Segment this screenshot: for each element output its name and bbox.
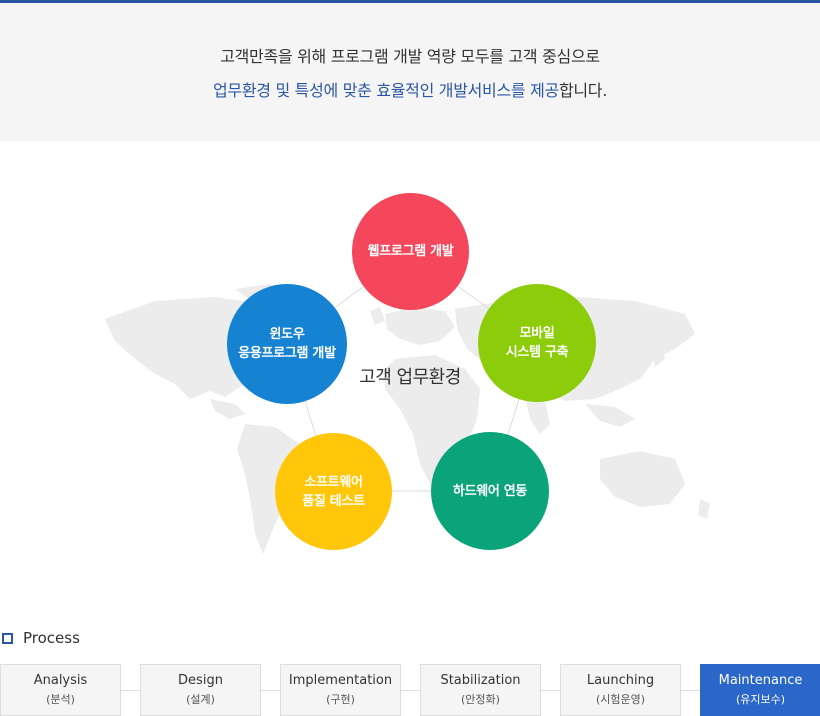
square-bullet-icon [2,632,13,644]
intro-highlight: 업무환경 및 특성에 맞춘 효율적인 개발서비스를 제공 [212,81,559,100]
step-label: Analysis [33,673,88,688]
center-label: 고객 업무환경 [359,367,461,388]
step-sublabel: (구현) [326,693,355,706]
step-sublabel: (설계) [186,693,215,706]
node-web-program: 웹프로그램 개발 [352,193,469,310]
process-step-design[interactable]: Design (설계) [140,664,261,716]
process-step-implementation[interactable]: Implementation (구현) [280,664,401,716]
intro-banner: 고객만족을 위해 프로그램 개발 역량 모두를 고객 중심으로 업무환경 및 특… [0,3,820,141]
process-title: Process [23,629,80,647]
process-steps: Analysis (분석) Design (설계) Implementation… [0,664,820,716]
step-label: Design [178,673,223,688]
process-heading: Process [0,629,80,647]
service-diagram: 웹프로그램 개발 모바일 시스템 구축 하드웨어 연동 소프트웨어 품질 테스트… [0,141,820,611]
process-step-launching[interactable]: Launching (시험운영) [560,664,681,716]
process-connector-line [0,690,820,691]
step-label: Stabilization [440,673,521,688]
intro-line-1: 고객만족을 위해 프로그램 개발 역량 모두를 고객 중심으로 [220,47,600,66]
intro-line-2-rest: 합니다. [558,81,607,100]
step-label: Launching [586,673,655,688]
intro-line-2: 업무환경 및 특성에 맞춘 효율적인 개발서비스를 제공합니다. [0,77,820,101]
step-sublabel: (시험운영) [595,693,646,706]
step-label: Maintenance [718,673,803,688]
step-sublabel: (유지보수) [735,693,786,706]
process-step-stabilization[interactable]: Stabilization (안정화) [420,664,541,716]
process-step-analysis[interactable]: Analysis (분석) [0,664,121,716]
step-label: Implementation [288,673,393,688]
step-sublabel: (분석) [46,693,75,706]
process-step-maintenance[interactable]: Maintenance (유지보수) [700,664,820,716]
step-sublabel: (안정화) [461,693,500,706]
node-hardware-integration: 하드웨어 연동 [431,432,549,550]
node-software-qa: 소프트웨어 품질 테스트 [275,433,392,550]
